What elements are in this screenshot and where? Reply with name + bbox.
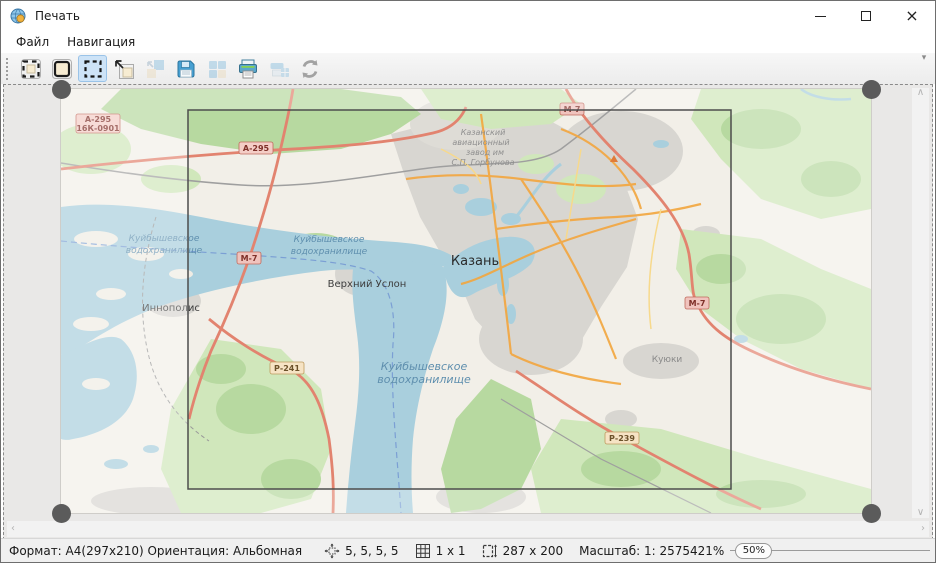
page-grid-value: 1 x 1 (436, 544, 466, 558)
window-title: Печать (35, 9, 80, 23)
menu-navigation[interactable]: Навигация (58, 33, 144, 51)
fit-selection-icon (143, 57, 167, 81)
status-bar: Формат: A4(297x210) Ориентация: Альбомна… (1, 538, 935, 562)
page-grid-status: 1 x 1 (415, 543, 466, 559)
print-tiles-button (264, 55, 293, 82)
svg-text:Р-241: Р-241 (274, 364, 300, 373)
select-page-extent-button[interactable] (47, 55, 76, 82)
map-corner-handle-top-right[interactable] (862, 80, 881, 99)
menu-file[interactable]: Файл (7, 33, 58, 51)
svg-text:М-7: М-7 (689, 299, 706, 308)
svg-text:Куйбышевское: Куйбышевское (294, 235, 365, 245)
print-size-status: 287 x 200 (482, 543, 564, 559)
refresh-button[interactable] (295, 55, 324, 82)
print-size-value: 287 x 200 (503, 544, 564, 558)
minimize-icon (815, 16, 826, 17)
horizontal-scrollbar[interactable]: ‹ › (7, 521, 929, 537)
shield-p241: Р-241 (270, 362, 304, 374)
zoom-slider[interactable]: 50% (730, 542, 930, 560)
save-icon (174, 57, 198, 81)
shield-p239: Р-239 (605, 432, 639, 444)
svg-text:М-7: М-7 (241, 254, 258, 263)
close-icon: × (905, 8, 918, 24)
scale-status: Масштаб: 1: 257542 (579, 544, 705, 558)
svg-text:водохранилище: водохранилище (291, 247, 368, 257)
svg-text:завод им: завод им (466, 148, 504, 157)
fit-selection-button (140, 55, 169, 82)
page-tiles-icon (205, 57, 229, 81)
map-viewport: Куйбышевское водохранилище Куйбышевское … (3, 84, 933, 540)
maximize-icon (861, 11, 871, 21)
svg-text:Р-239: Р-239 (609, 434, 635, 443)
map-corner-handle-bottom-left[interactable] (52, 504, 71, 523)
scroll-down-icon[interactable]: ∨ (917, 508, 924, 518)
select-rectangle-icon (81, 57, 105, 81)
page-size-icon (482, 543, 498, 559)
format-orientation-label: Формат: A4(297x210) Ориентация: Альбомна… (9, 544, 302, 558)
scale-value: Масштаб: 1: 257542 (579, 544, 705, 558)
overflow-icon: ▾ (922, 53, 927, 63)
shield-m7-mid: М-7 (237, 252, 261, 264)
print-icon (236, 57, 260, 81)
zoom-min-label: 1% (705, 544, 724, 558)
map-canvas[interactable]: Куйбышевское водохранилище Куйбышевское … (61, 89, 871, 513)
menu-bar: Файл Навигация (1, 31, 935, 53)
svg-text:водохранилище: водохранилище (377, 373, 471, 386)
title-bar: Печать × (1, 1, 935, 31)
select-rectangle-button[interactable] (78, 55, 107, 82)
town-label-kuyuki: Куюки (652, 355, 683, 365)
print-button[interactable] (233, 55, 262, 82)
scroll-up-icon[interactable]: ∧ (917, 88, 924, 98)
refresh-icon (298, 57, 322, 81)
margins-icon (324, 543, 340, 559)
grid-icon (415, 543, 431, 559)
print-dialog-window: Печать × Файл Навигация (0, 0, 936, 563)
scroll-left-icon[interactable]: ‹ (11, 524, 15, 534)
margins-value: 5, 5, 5, 5 (345, 544, 398, 558)
svg-text:авиационный: авиационный (452, 138, 509, 147)
svg-text:С.П. Горбунова: С.П. Горбунова (451, 158, 514, 167)
print-tiles-icon (267, 57, 291, 81)
select-map-extent-icon (19, 57, 43, 81)
shield-m7-right: М-7 (685, 297, 709, 309)
minimize-button[interactable] (797, 1, 843, 31)
move-print-region-button[interactable] (109, 55, 138, 82)
margins-status: 5, 5, 5, 5 (324, 543, 398, 559)
scroll-right-icon[interactable]: › (921, 524, 925, 534)
city-label-kazan: Казань (451, 254, 499, 269)
select-map-extent-button[interactable] (16, 55, 45, 82)
map-corner-handle-top-left[interactable] (52, 80, 71, 99)
page-tiles-button (202, 55, 231, 82)
move-print-region-icon (112, 57, 136, 81)
svg-text:А-295: А-295 (243, 144, 270, 153)
toolbar-grip[interactable] (6, 58, 10, 80)
shield-a295: А-295 (239, 142, 273, 154)
zoom-slider-thumb[interactable]: 50% (735, 543, 772, 559)
select-page-extent-icon (50, 57, 74, 81)
toolbar: ▾ (1, 53, 935, 84)
toolbar-overflow-button[interactable]: ▾ (917, 55, 931, 69)
zoom-control: 1% 50% 1000% (705, 542, 936, 560)
save-button[interactable] (171, 55, 200, 82)
close-button[interactable]: × (889, 1, 935, 31)
vertical-scrollbar[interactable]: ∧ ∨ (912, 88, 929, 518)
map-corner-handle-bottom-right[interactable] (862, 504, 881, 523)
maximize-button[interactable] (843, 1, 889, 31)
svg-text:Казанский: Казанский (461, 128, 506, 137)
svg-text:Куйбышевское: Куйбышевское (381, 360, 468, 373)
town-label-verhniy-uslon: Верхний Услон (328, 279, 407, 290)
globe-icon (10, 8, 27, 25)
